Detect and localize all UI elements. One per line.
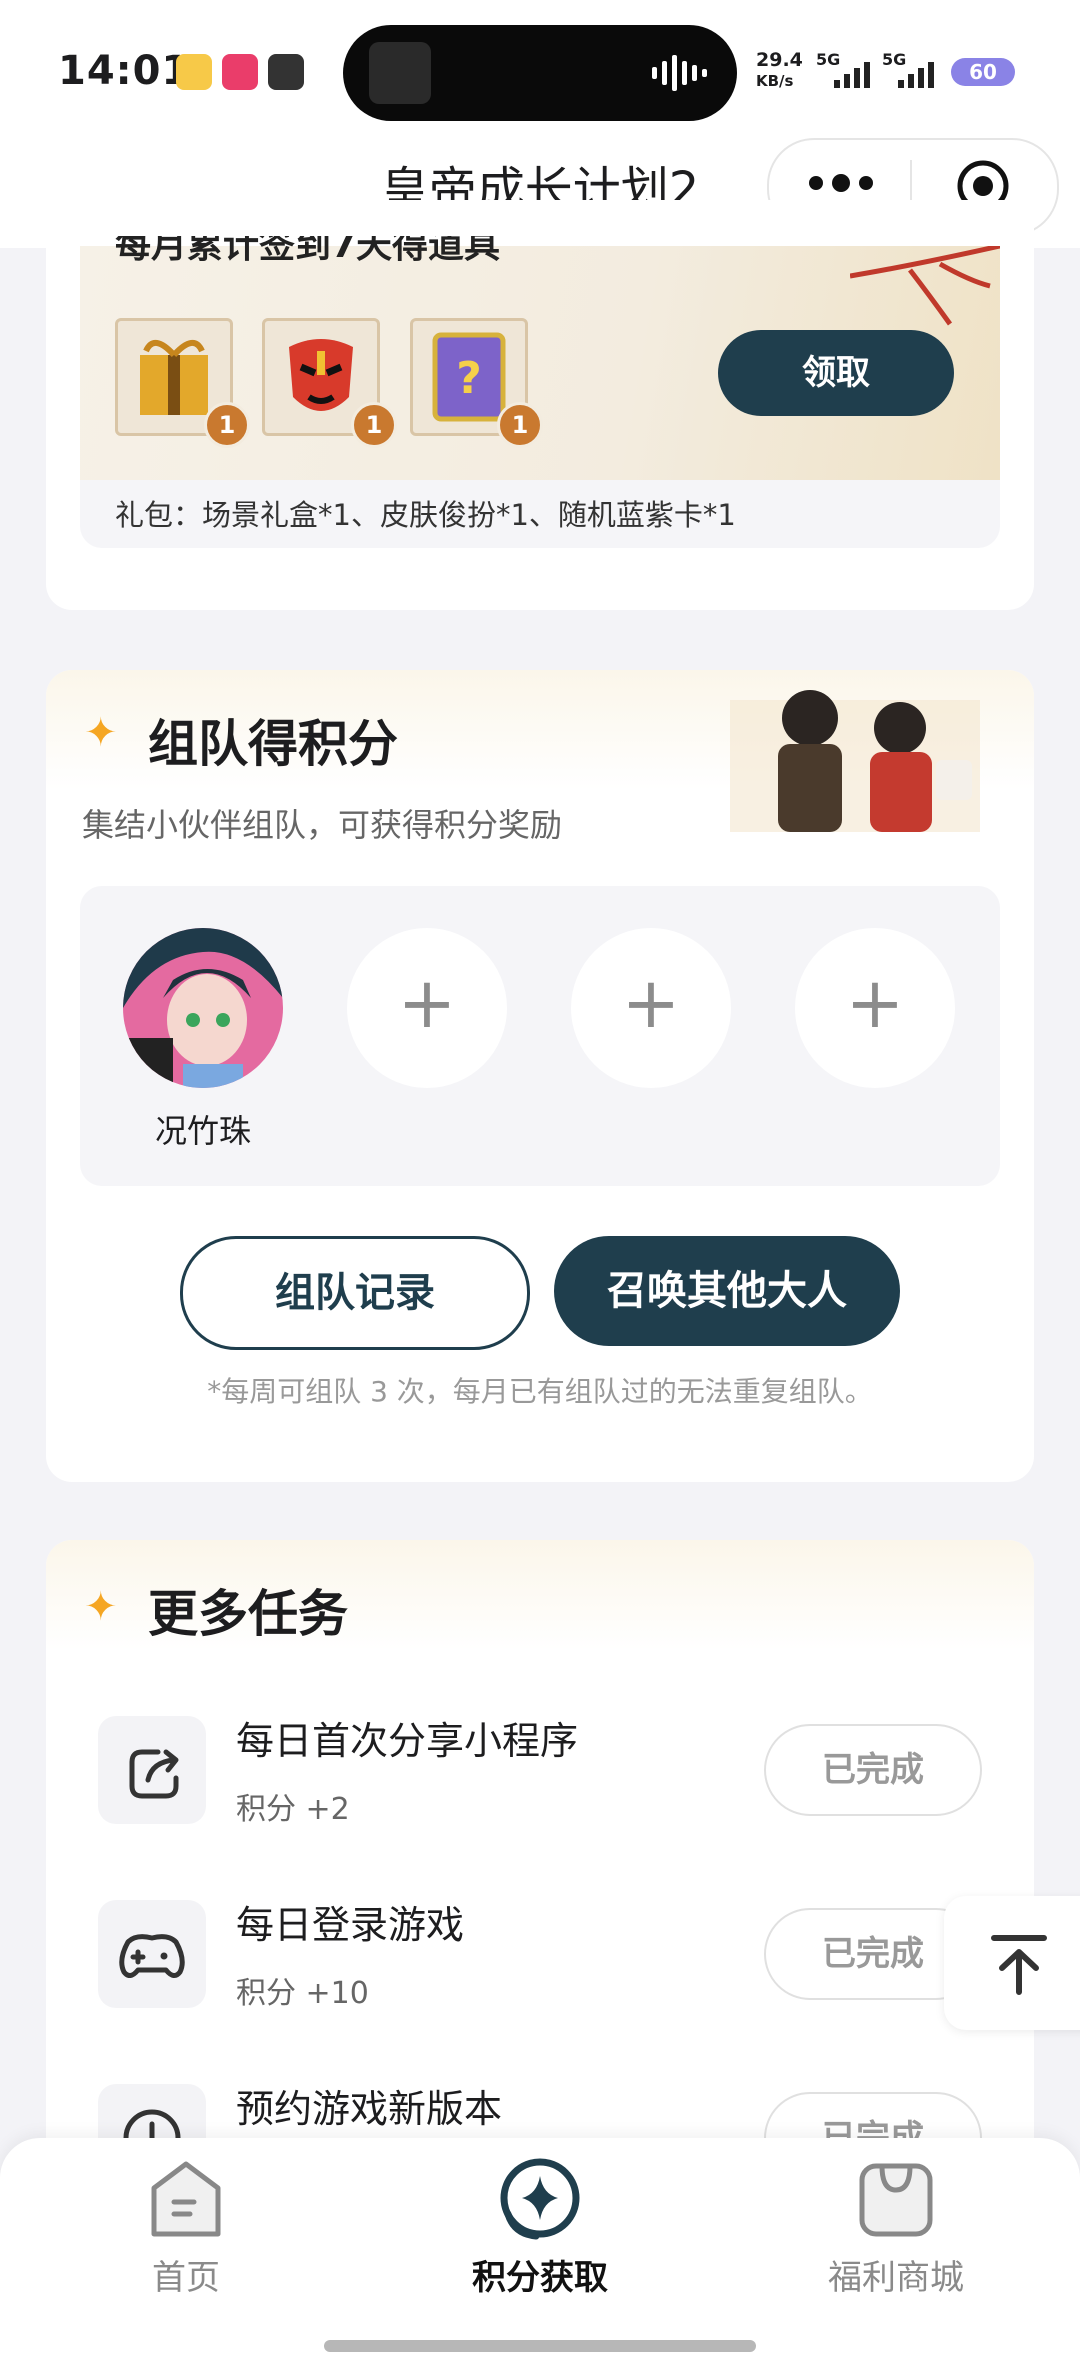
summon-others-button[interactable]: 召唤其他大人 xyxy=(554,1236,900,1346)
share-icon xyxy=(129,1749,179,1799)
member-name: 况竹珠 xyxy=(154,1112,251,1150)
star-icon: ✦ xyxy=(84,1584,118,1630)
empty-member-slot[interactable]: + xyxy=(347,928,507,1088)
team-record-button[interactable]: 组队记录 xyxy=(180,1236,530,1350)
task-reward: 积分 +10 xyxy=(236,1976,369,2011)
points-star-icon xyxy=(500,2158,580,2240)
claim-button[interactable]: 领取 xyxy=(718,330,954,416)
gamepad-icon xyxy=(119,1934,185,1978)
audio-wave-icon xyxy=(652,55,707,91)
more-options-icon[interactable] xyxy=(806,168,876,198)
tab-points-label: 积分获取 xyxy=(472,2258,608,2298)
reward-heading: 每月累计签到7天得道具 xyxy=(115,236,501,266)
empty-member-slot[interactable]: + xyxy=(795,928,955,1088)
tab-home-label: 首页 xyxy=(152,2258,220,2298)
task-reward: 积分 +2 xyxy=(236,1792,350,1827)
task-status-button[interactable]: 已完成 xyxy=(764,1724,982,1816)
tasks-section-title: 更多任务 xyxy=(148,1585,348,1643)
task-row-icon-box xyxy=(98,1716,206,1824)
gift-description: 礼包：场景礼盒*1、皮肤俊扮*1、随机蓝紫卡*1 xyxy=(115,498,736,532)
task-title: 每日登录游戏 xyxy=(236,1903,465,1947)
tab-mall-label: 福利商城 xyxy=(828,2258,964,2298)
empty-member-slot[interactable]: + xyxy=(571,928,731,1088)
app-notification-icon xyxy=(222,54,258,90)
item-count-badge: 1 xyxy=(204,402,250,448)
home-icon xyxy=(151,2161,221,2237)
scroll-to-top-button[interactable] xyxy=(944,1896,1080,2030)
member-avatar[interactable] xyxy=(123,928,283,1088)
svg-text:?: ? xyxy=(456,353,482,404)
task-title: 预约游戏新版本 xyxy=(236,2087,503,2131)
characters-illustration xyxy=(730,690,980,832)
team-subtitle: 集结小伙伴组队，可获得积分奖励 xyxy=(82,806,563,844)
status-time: 14:01 xyxy=(58,48,191,94)
item-count-badge: 1 xyxy=(497,402,543,448)
task-title: 每日首次分享小程序 xyxy=(236,1719,579,1763)
star-icon: ✦ xyxy=(84,710,118,756)
item-count-badge: 1 xyxy=(351,402,397,448)
arrow-up-to-top-icon xyxy=(991,1935,1047,1995)
home-indicator xyxy=(324,2340,756,2352)
team-note: *每周可组队 3 次，每月已有组队过的无法重复组队。 xyxy=(207,1375,873,1408)
branch-decoration-icon xyxy=(850,246,1000,326)
app-notification-icon xyxy=(176,54,212,90)
net-speed: 29.4 KB/s xyxy=(756,49,803,90)
media-thumbnail xyxy=(369,42,431,104)
team-section-title: 组队得积分 xyxy=(148,715,398,773)
signal-bars-icon xyxy=(834,62,870,88)
shopping-bag-icon xyxy=(859,2163,933,2237)
battery-indicator: 60 xyxy=(951,58,1015,86)
app-notification-icon xyxy=(268,54,304,90)
signal-bars-icon xyxy=(898,62,934,88)
task-row-icon-box xyxy=(98,1900,206,2008)
